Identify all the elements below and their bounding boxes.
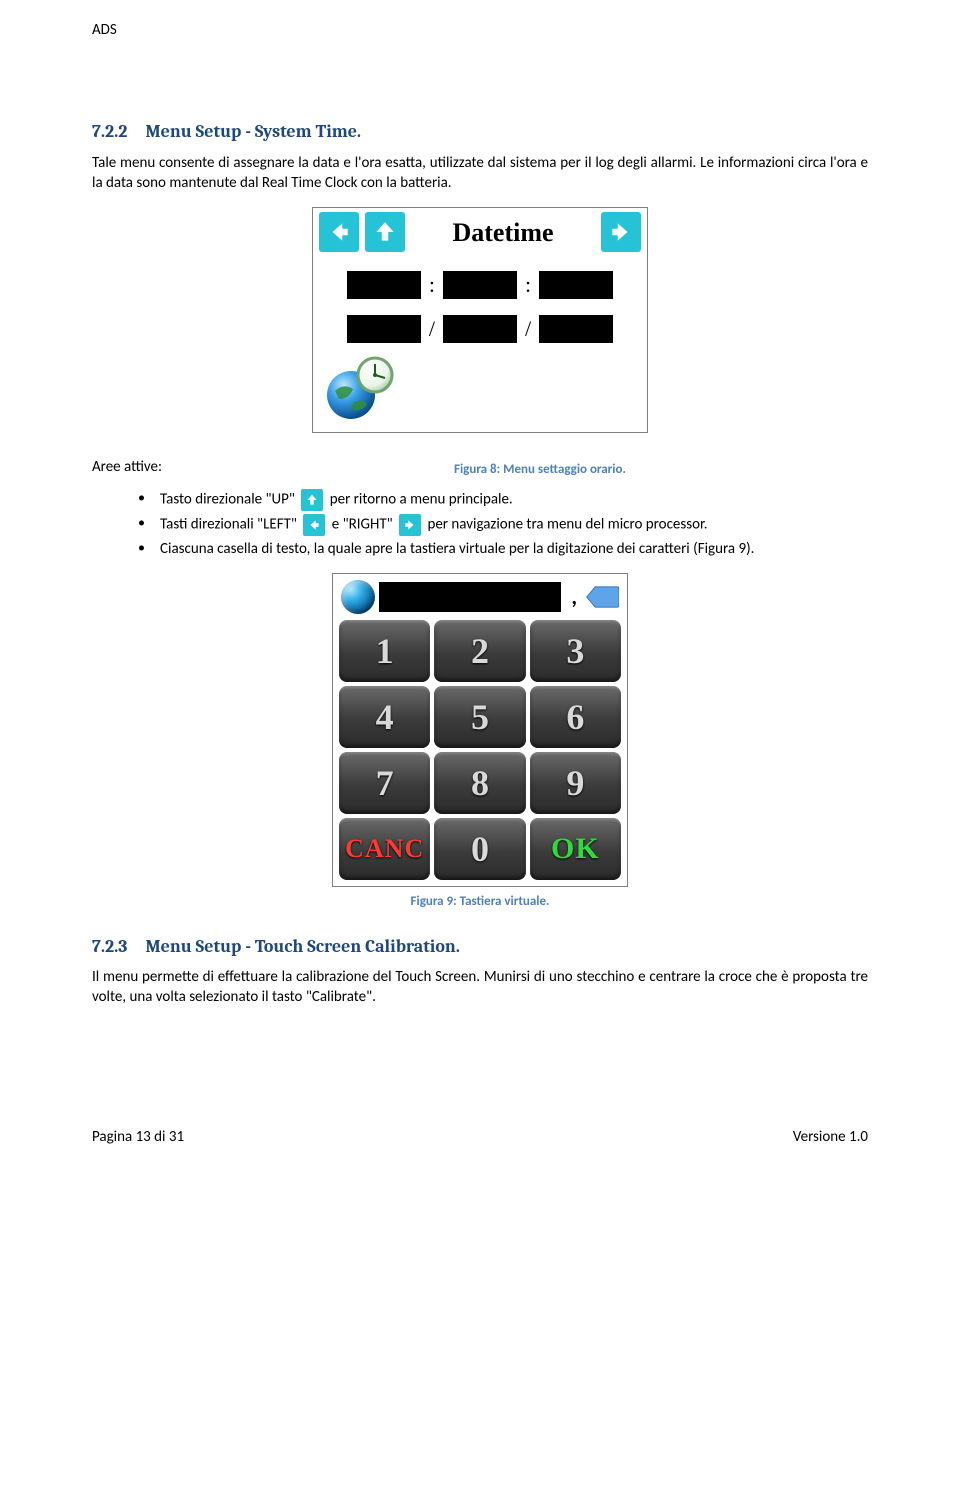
figure-9-caption: Figura 9: Tastiera virtuale. bbox=[92, 893, 868, 911]
time-sep-1: : bbox=[429, 270, 435, 300]
bullet-3: Ciascuna casella di testo, la quale apre… bbox=[138, 539, 868, 559]
date-year-field[interactable] bbox=[539, 315, 613, 343]
doc-header: ADS bbox=[92, 20, 868, 40]
key-3[interactable]: 3 bbox=[530, 620, 621, 682]
virtual-keypad: , 1 2 3 4 5 6 7 8 9 CANC 0 OK bbox=[332, 573, 628, 887]
bullet-1-text-b: per ritorno a menu principale. bbox=[330, 490, 513, 508]
date-day-field[interactable] bbox=[347, 315, 421, 343]
orb-icon[interactable] bbox=[341, 580, 375, 614]
datetime-panel: Datetime : : / / bbox=[312, 207, 648, 433]
bullet-2-text-a: Tasti direzionali "LEFT" bbox=[160, 515, 300, 533]
section-title: Menu Setup - Touch Screen Calibration. bbox=[145, 936, 459, 957]
bullet-2-text-c: per navigazione tra menu del micro proce… bbox=[427, 515, 707, 533]
left-arrow-icon bbox=[303, 514, 325, 536]
time-row: : : bbox=[313, 270, 647, 300]
globe-clock-icon bbox=[323, 353, 648, 427]
footer-left: Pagina 13 di 31 bbox=[92, 1127, 184, 1147]
up-arrow-icon[interactable] bbox=[365, 212, 405, 252]
backspace-icon[interactable] bbox=[585, 583, 619, 611]
section-heading-7-2-3: 7.2.3 Menu Setup - Touch Screen Calibrati… bbox=[92, 935, 868, 959]
page-footer: Pagina 13 di 31 Versione 1.0 bbox=[92, 1127, 868, 1147]
time-sep-2: : bbox=[525, 270, 531, 300]
section-number: 7.2.2 bbox=[92, 121, 127, 142]
section-heading-7-2-2: 7.2.2 Menu Setup - System Time. bbox=[92, 120, 868, 144]
keypad-display[interactable] bbox=[379, 582, 561, 612]
date-sep-2: / bbox=[525, 314, 531, 344]
bullet-2: Tasti direzionali "LEFT" e "RIGHT" per n… bbox=[138, 514, 868, 536]
time-sec-field[interactable] bbox=[539, 271, 613, 299]
key-5[interactable]: 5 bbox=[434, 686, 525, 748]
bullet-2-text-b: e "RIGHT" bbox=[332, 515, 396, 533]
key-canc[interactable]: CANC bbox=[339, 818, 430, 880]
figure-9: , 1 2 3 4 5 6 7 8 9 CANC 0 OK Figura 9: … bbox=[92, 573, 868, 911]
time-min-field[interactable] bbox=[443, 271, 517, 299]
left-arrow-icon[interactable] bbox=[319, 212, 359, 252]
up-arrow-icon bbox=[301, 489, 323, 511]
key-6[interactable]: 6 bbox=[530, 686, 621, 748]
figure-8-caption: Figura 8: Menu settaggio orario. bbox=[212, 461, 868, 479]
footer-right: Versione 1.0 bbox=[793, 1127, 868, 1147]
date-month-field[interactable] bbox=[443, 315, 517, 343]
aree-attive-label: Aree attive: bbox=[92, 457, 162, 477]
bullet-1-text-a: Tasto direzionale "UP" bbox=[160, 490, 298, 508]
key-1[interactable]: 1 bbox=[339, 620, 430, 682]
bullet-list: Tasto direzionale "UP" per ritorno a men… bbox=[92, 489, 868, 559]
section-paragraph: Tale menu consente di assegnare la data … bbox=[92, 153, 868, 194]
right-arrow-icon bbox=[399, 514, 421, 536]
bullet-1: Tasto direzionale "UP" per ritorno a men… bbox=[138, 489, 868, 511]
keypad-comma: , bbox=[565, 582, 581, 612]
section-number: 7.2.3 bbox=[92, 936, 127, 957]
key-0[interactable]: 0 bbox=[434, 818, 525, 880]
key-ok[interactable]: OK bbox=[530, 818, 621, 880]
key-8[interactable]: 8 bbox=[434, 752, 525, 814]
date-row: / / bbox=[313, 314, 647, 344]
figure-8: Datetime : : / / bbox=[92, 207, 868, 439]
date-sep-1: / bbox=[429, 314, 435, 344]
time-hour-field[interactable] bbox=[347, 271, 421, 299]
right-arrow-icon[interactable] bbox=[601, 212, 641, 252]
section-2-paragraph: Il menu permette di effettuare la calibr… bbox=[92, 967, 868, 1008]
key-9[interactable]: 9 bbox=[530, 752, 621, 814]
key-2[interactable]: 2 bbox=[434, 620, 525, 682]
panel-title: Datetime bbox=[411, 215, 595, 250]
key-7[interactable]: 7 bbox=[339, 752, 430, 814]
section-title: Menu Setup - System Time. bbox=[145, 121, 361, 142]
key-4[interactable]: 4 bbox=[339, 686, 430, 748]
